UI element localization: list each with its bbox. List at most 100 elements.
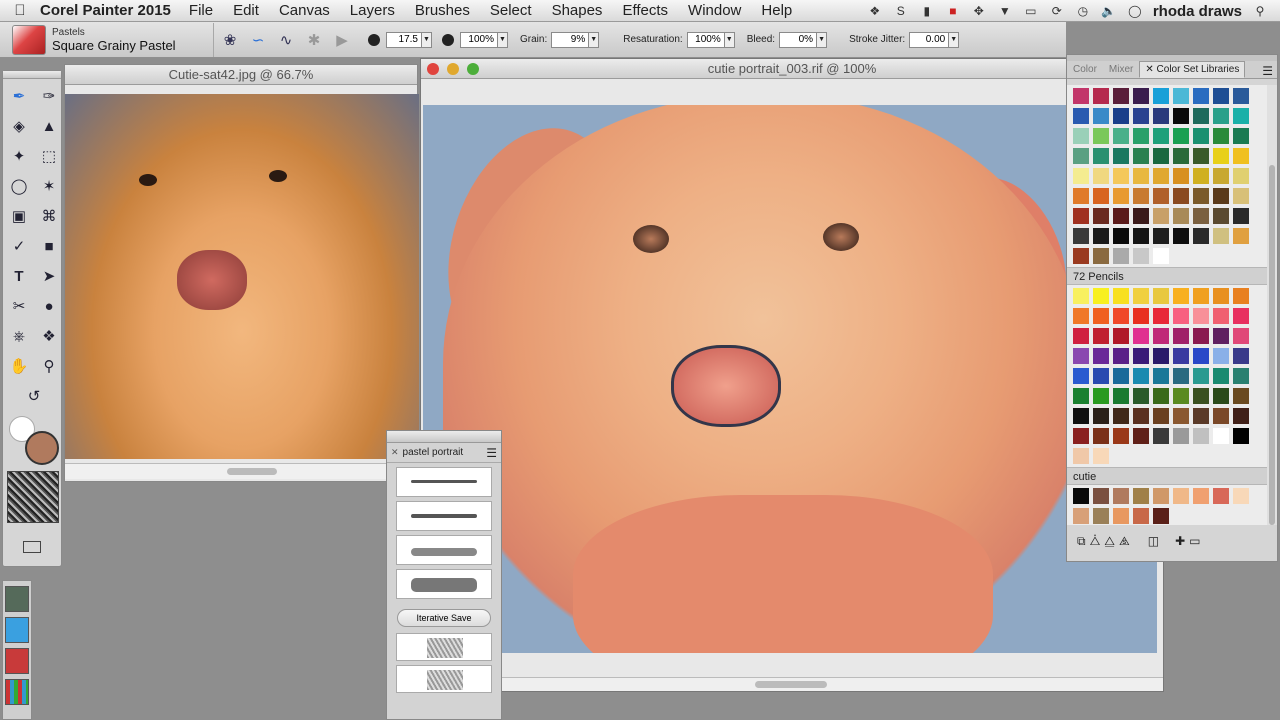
toolbox-grip[interactable] [3,71,61,79]
pencil-color-swatch[interactable] [1213,308,1229,324]
app-name-menu[interactable]: Corel Painter 2015 [40,2,171,19]
bleed-field[interactable] [779,31,818,48]
pencil-color-swatch[interactable] [1173,308,1189,324]
color-swatch[interactable] [1113,208,1129,224]
pencil-color-swatch[interactable] [1113,288,1129,304]
gradient-media-icon[interactable] [5,617,29,643]
brush-preset-3[interactable] [396,535,492,565]
color-swatch[interactable] [1113,168,1129,184]
pencil-color-swatch[interactable] [1233,368,1249,384]
color-swatch[interactable] [1073,108,1089,124]
menu-canvas[interactable]: Canvas [279,2,330,19]
new-color-set-icon[interactable]: ⧉ [1077,534,1086,549]
pencil-color-swatch[interactable] [1133,408,1149,424]
reference-dog-photo[interactable] [65,94,419,459]
pencil-color-swatch[interactable] [1093,428,1109,444]
dropper-tool-icon[interactable]: ✑ [35,83,63,109]
pencil-color-swatch[interactable] [1113,328,1129,344]
tab-color[interactable]: Color [1067,61,1103,78]
color-swatch[interactable] [1073,128,1089,144]
cutie-color-swatch[interactable] [1093,488,1109,504]
size-dropdown-icon[interactable]: ▼ [422,31,432,48]
color-swatch[interactable] [1093,108,1109,124]
pencil-color-swatch[interactable] [1213,428,1229,444]
pencil-color-swatch[interactable] [1073,448,1089,464]
cutie-color-swatch[interactable] [1193,488,1209,504]
magnifier-icon[interactable]: ⚲ [35,353,63,379]
color-swatch[interactable] [1073,228,1089,244]
add-swatch-icon[interactable]: ✚ [1175,534,1185,548]
paper-texture-selector[interactable] [7,471,59,523]
color-swatch[interactable] [1173,128,1189,144]
rectangle-shape-icon[interactable]: ■ [35,233,63,259]
dropbox-icon[interactable]: ❖ [867,4,883,18]
cutie-color-swatch[interactable] [1233,488,1249,504]
add-color-icon[interactable]: ◫ [1148,534,1159,548]
pencil-color-swatch[interactable] [1193,348,1209,364]
pattern-media-icon[interactable] [5,648,29,674]
pencil-color-swatch[interactable] [1113,308,1129,324]
pencil-color-swatch[interactable] [1073,428,1089,444]
pencil-color-swatch[interactable] [1113,408,1129,424]
weave-media-icon[interactable] [5,679,29,705]
pencil-color-swatch[interactable] [1073,408,1089,424]
pencil-color-swatch[interactable] [1073,348,1089,364]
pencil-color-swatch[interactable] [1213,288,1229,304]
brush-preset-4[interactable] [396,569,492,599]
color-swatch[interactable] [1133,88,1149,104]
color-swatch[interactable] [1153,248,1169,264]
painting-canvas[interactable] [423,105,1157,653]
pencil-color-swatch[interactable] [1093,448,1109,464]
color-swatch[interactable] [1173,208,1189,224]
menu-select[interactable]: Select [490,2,532,19]
color-swatch[interactable] [1093,248,1109,264]
color-swatch[interactable] [1153,88,1169,104]
pencil-color-swatch[interactable] [1213,408,1229,424]
pencil-color-swatch[interactable] [1133,288,1149,304]
display-icon[interactable]: ▭ [1023,4,1039,18]
brush-tool-options-icon[interactable]: ❀ [218,28,242,52]
brush-selector[interactable]: Pastels Square Grainy Pastel [0,22,214,57]
pencil-color-swatch[interactable] [1093,368,1109,384]
pencil-color-swatch[interactable] [1093,388,1109,404]
menu-window[interactable]: Window [688,2,741,19]
shape-selection-icon[interactable]: ➤ [35,263,63,289]
painting-scrollbar[interactable] [421,677,1163,691]
menu-shapes[interactable]: Shapes [552,2,603,19]
color-swatch[interactable] [1113,148,1129,164]
color-swatch[interactable] [1213,208,1229,224]
color-swatch[interactable] [1153,188,1169,204]
pencil-color-swatch[interactable] [1153,308,1169,324]
pencil-color-swatch[interactable] [1233,428,1249,444]
reference-photo-scrollbar[interactable] [65,463,419,479]
color-swatch[interactable] [1193,208,1209,224]
pencil-color-swatch[interactable] [1233,308,1249,324]
pencil-color-swatch[interactable] [1213,388,1229,404]
color-swatch[interactable] [1133,228,1149,244]
pencil-color-swatch[interactable] [1153,408,1169,424]
lasso-tool-icon[interactable]: ◯ [5,173,33,199]
pencil-color-swatch[interactable] [1153,348,1169,364]
color-set-from-image-icon[interactable]: ⧌ [1119,534,1130,549]
color-swatch[interactable] [1113,88,1129,104]
color-swatch[interactable] [1193,88,1209,104]
straight-line-stroke-icon[interactable]: ∿ [274,28,298,52]
color-swatch[interactable] [1073,208,1089,224]
color-swatch[interactable] [1193,248,1209,264]
resaturation-dropdown-icon[interactable]: ▼ [724,31,735,48]
color-swatch[interactable] [1113,228,1129,244]
pencil-color-swatch[interactable] [1133,368,1149,384]
pencil-color-swatch[interactable] [1193,428,1209,444]
cloner-tool-icon[interactable]: ● [35,293,63,319]
color-swatch[interactable] [1073,188,1089,204]
menu-help[interactable]: Help [761,2,792,19]
color-swatch[interactable] [1173,108,1189,124]
color-swatch[interactable] [1173,228,1189,244]
color-swatch[interactable] [1193,108,1209,124]
color-swatch[interactable] [1173,188,1189,204]
painting-scroll-thumb[interactable] [755,681,827,688]
color-swatch[interactable] [1093,228,1109,244]
color-swatch[interactable] [1193,128,1209,144]
magic-wand-icon[interactable]: ✶ [35,173,63,199]
stroke-jitter-field[interactable] [909,31,950,48]
